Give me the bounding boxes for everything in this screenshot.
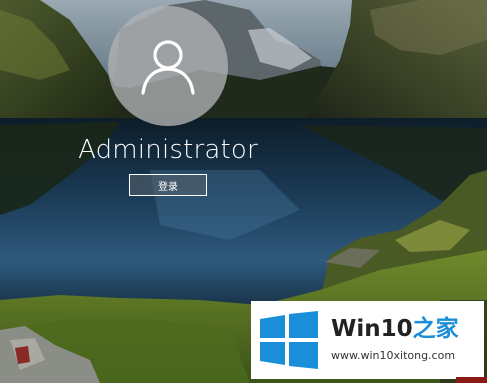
signin-button[interactable]: 登录	[129, 174, 207, 196]
windows-logo-icon	[260, 311, 318, 369]
red-corner-mark	[456, 377, 487, 383]
user-icon	[141, 40, 195, 95]
username-label: Administrator	[78, 135, 258, 165]
watermark-brand: Win10	[331, 316, 413, 342]
watermark-badge: Win10之家 www.win10xitong.com	[251, 301, 484, 379]
user-avatar	[108, 6, 228, 126]
watermark-suffix: 之家	[412, 316, 459, 342]
watermark-title: Win10之家	[331, 315, 459, 343]
watermark-url: www.win10xitong.com	[331, 349, 456, 362]
